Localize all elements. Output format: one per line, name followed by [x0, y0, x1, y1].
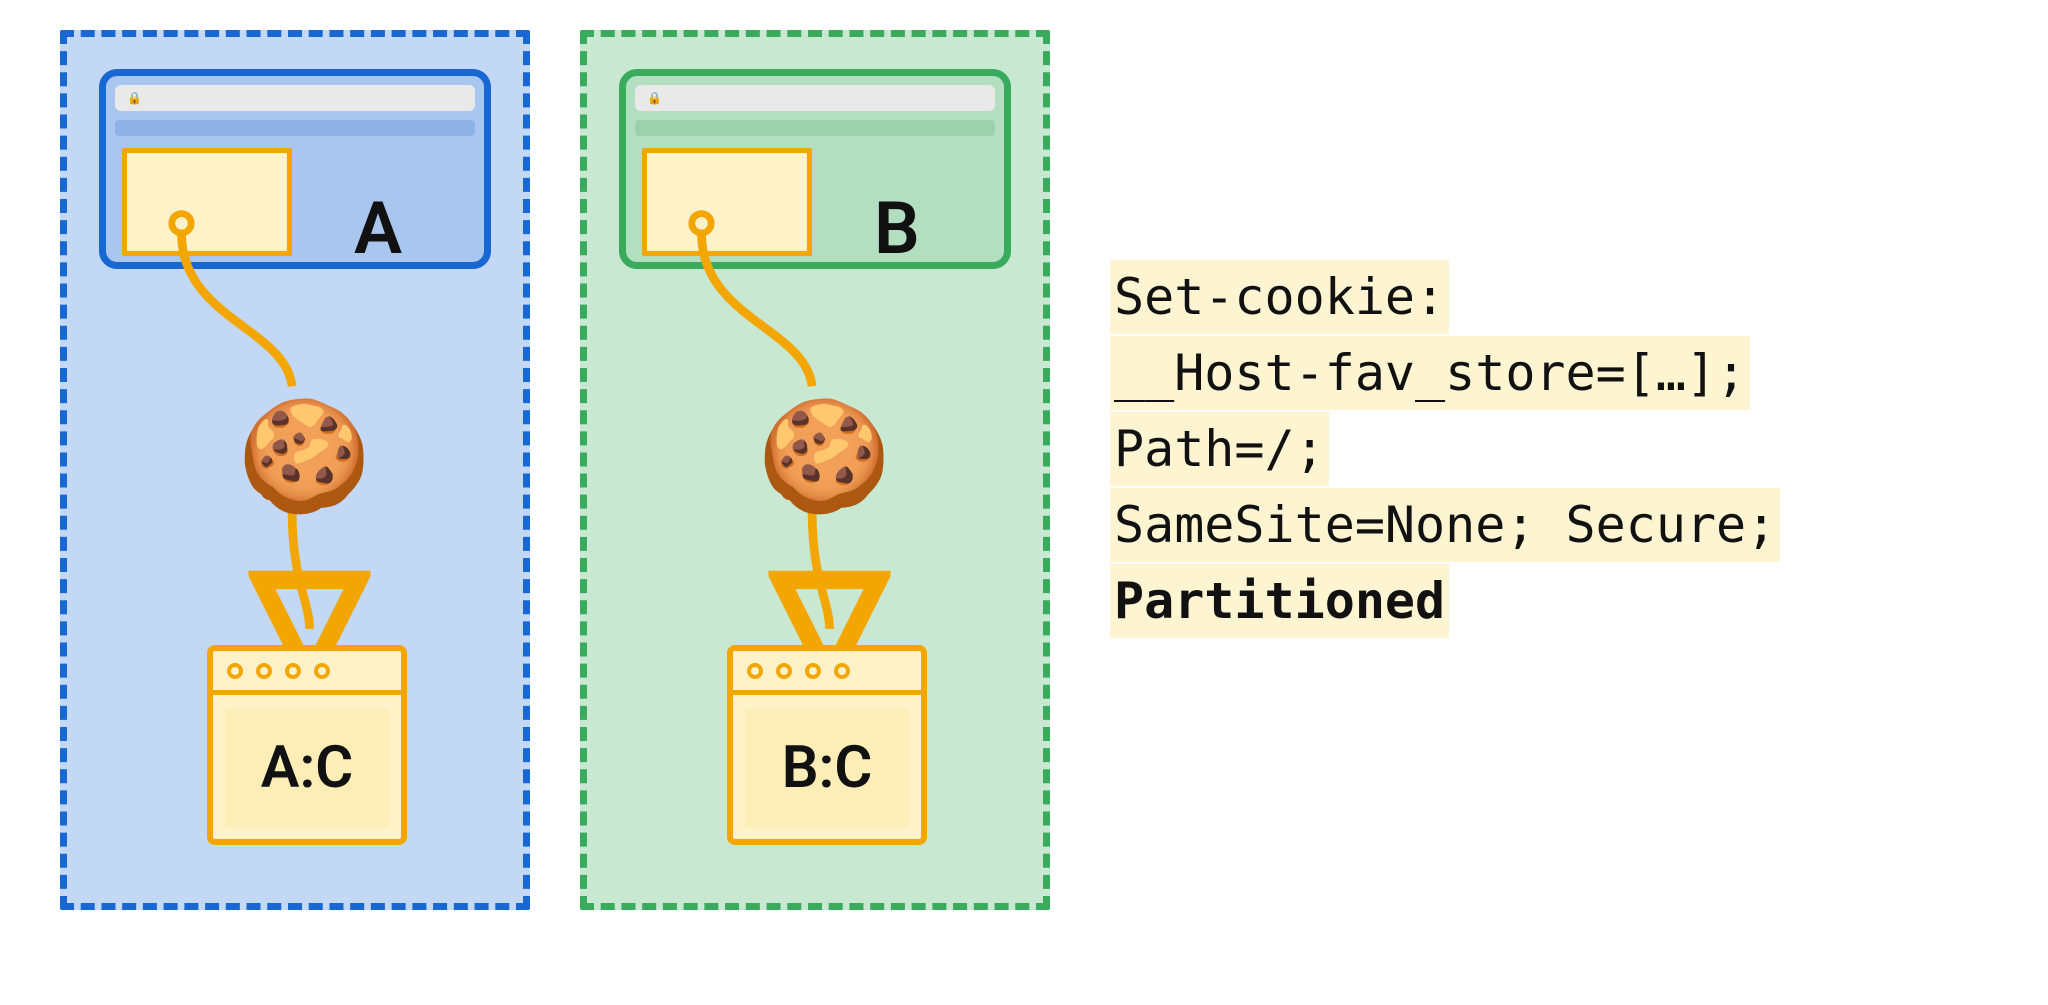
- browser-window-a: 🔒 A: [99, 69, 491, 269]
- jar-dot: [776, 663, 792, 679]
- code-line-4: SameSite=None; Secure;: [1110, 488, 1780, 562]
- address-bar: 🔒: [635, 85, 995, 111]
- jar-dot: [834, 663, 850, 679]
- code-line-3: Path=/;: [1110, 412, 1329, 486]
- site-label-a: A: [354, 186, 402, 271]
- cookie-store-a: A:C: [207, 645, 407, 845]
- code-line-2: __Host-fav_store=[…];: [1110, 336, 1750, 410]
- cookie-store-b: B:C: [727, 645, 927, 845]
- partition-b: 🔒 B 🍪 B:C: [580, 30, 1050, 910]
- lock-icon: 🔒: [127, 91, 142, 105]
- tab-strip: [635, 120, 995, 136]
- lock-icon: 🔒: [647, 91, 662, 105]
- jar-titlebar: [213, 651, 401, 695]
- jar-label-a: A:C: [225, 709, 389, 827]
- jar-label-b: B:C: [745, 709, 909, 827]
- jar-dot: [227, 663, 243, 679]
- cookie-icon: 🍪: [757, 392, 887, 522]
- code-line-1: Set-cookie:: [1110, 260, 1449, 334]
- embedded-frame-a: [122, 148, 292, 256]
- site-label-b: B: [874, 186, 920, 271]
- set-cookie-header: Set-cookie: __Host-fav_store=[…]; Path=/…: [1110, 260, 1780, 640]
- browser-window-b: 🔒 B: [619, 69, 1011, 269]
- diagram-canvas: 🔒 A 🍪 A:C: [0, 0, 2048, 1005]
- jar-dot: [805, 663, 821, 679]
- jar-dot: [285, 663, 301, 679]
- address-bar: 🔒: [115, 85, 475, 111]
- tab-strip: [115, 120, 475, 136]
- jar-dot: [314, 663, 330, 679]
- jar-titlebar: [733, 651, 921, 695]
- cookie-icon: 🍪: [237, 392, 367, 522]
- partition-a: 🔒 A 🍪 A:C: [60, 30, 530, 910]
- embedded-frame-b: [642, 148, 812, 256]
- code-line-5-partitioned: Partitioned: [1110, 564, 1449, 638]
- jar-dot: [256, 663, 272, 679]
- jar-dot: [747, 663, 763, 679]
